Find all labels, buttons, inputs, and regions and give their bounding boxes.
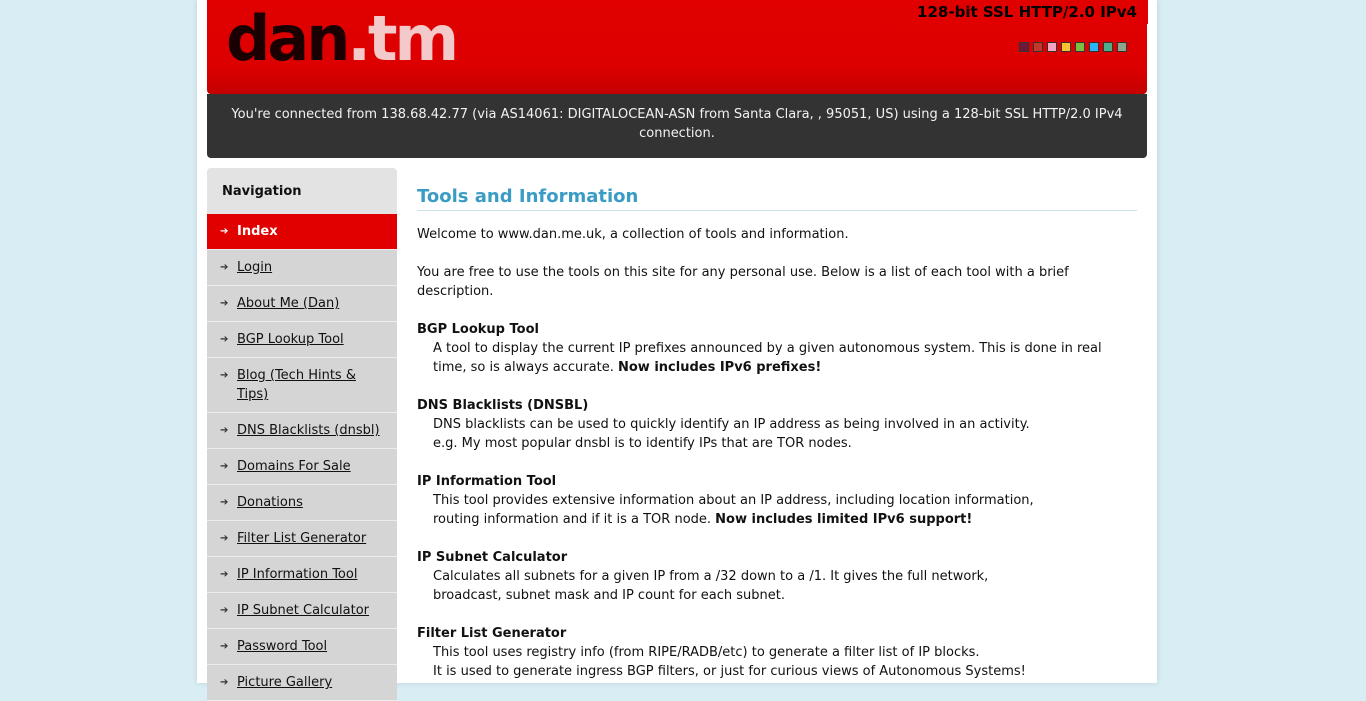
sidebar-item[interactable]: ➔ Password Tool — [207, 629, 397, 665]
arrow-right-icon: ➔ — [220, 533, 229, 544]
sidebar-item[interactable]: ➔ IP Information Tool — [207, 557, 397, 593]
arrow-right-icon: ➔ — [220, 497, 229, 508]
arrow-right-icon: ➔ — [220, 569, 229, 580]
tool-entry: BGP Lookup Tool A tool to display the cur… — [417, 320, 1137, 377]
sidebar-item[interactable]: ➔ About Me (Dan) — [207, 286, 397, 322]
tool-description-line2: broadcast, subnet mask and IP count for … — [417, 586, 1137, 605]
arrow-right-icon: ➔ — [220, 605, 229, 616]
tool-name: BGP Lookup Tool — [417, 322, 539, 337]
page-container: 128-bit SSL HTTP/2.0 IPv4 dan.tm You're … — [197, 0, 1157, 701]
sidebar-item[interactable]: ➔ Login — [207, 250, 397, 286]
page-title: Tools and Information — [417, 186, 1137, 211]
theme-swatch[interactable] — [1075, 42, 1085, 52]
connection-text: You're connected from 138.68.42.77 (via … — [231, 107, 1123, 141]
tool-description: Calculates all subnets for a given IP fr… — [417, 567, 1137, 586]
tool-description: DNS blacklists can be used to quickly id… — [417, 415, 1137, 434]
sidebar-item-link[interactable]: Filter List Generator — [237, 531, 366, 546]
nav-list: ➔ Index ➔ Login ➔ About Me (Dan) ➔ BGP Lookup T… — [207, 214, 397, 701]
tool-name: DNS Blacklists (DNSBL) — [417, 398, 589, 413]
tool-entry: DNS Blacklists (DNSBL) DNS blacklists can… — [417, 396, 1137, 453]
sidebar-item-link[interactable]: Index — [237, 224, 278, 239]
sidebar-item[interactable]: ➔ Domains For Sale — [207, 449, 397, 485]
tool-list: BGP Lookup Tool A tool to display the cur… — [417, 320, 1137, 681]
tool-description-text: This tool uses registry info (from RIPE/… — [433, 645, 980, 660]
theme-swatch[interactable] — [1061, 42, 1071, 52]
tool-description-text: DNS blacklists can be used to quickly id… — [433, 417, 1030, 432]
sidebar-item[interactable]: ➔ Index — [207, 214, 397, 250]
sidebar-item[interactable]: ➔ BGP Lookup Tool — [207, 322, 397, 358]
tool-description-line2: routing information and if it is a TOR n… — [417, 510, 1137, 529]
sidebar-item-link[interactable]: DNS Blacklists (dnsbl) — [237, 423, 380, 438]
sidebar-item-link[interactable]: Login — [237, 260, 272, 275]
intro-welcome: Welcome to www.dan.me.uk, a collection o… — [417, 227, 849, 242]
theme-swatch[interactable] — [1117, 42, 1127, 52]
theme-swatches — [1019, 42, 1127, 52]
tool-description-text: e.g. My most popular dnsbl is to identif… — [433, 436, 852, 451]
sidebar-item-link[interactable]: Blog (Tech Hints & Tips) — [237, 368, 356, 402]
arrow-right-icon: ➔ — [220, 425, 229, 436]
tool-highlight: Now includes limited IPv6 support! — [715, 512, 973, 527]
main-content: Tools and Information Welcome to www.dan… — [417, 186, 1137, 681]
nav-title: Navigation — [207, 168, 397, 214]
sidebar-item[interactable]: ➔ DNS Blacklists (dnsbl) — [207, 413, 397, 449]
theme-swatch[interactable] — [1019, 42, 1029, 52]
sidebar-item-link[interactable]: Donations — [237, 495, 303, 510]
tool-name: Filter List Generator — [417, 626, 567, 641]
tool-description-line2: e.g. My most popular dnsbl is to identif… — [417, 434, 1137, 453]
theme-swatch[interactable] — [1089, 42, 1099, 52]
arrow-right-icon: ➔ — [220, 226, 229, 237]
sidebar-item[interactable]: ➔ IP Subnet Calculator — [207, 593, 397, 629]
tool-description: This tool uses registry info (from RIPE/… — [417, 643, 1137, 662]
tool-highlight: Now includes IPv6 prefixes! — [617, 360, 822, 375]
tool-description-text: routing information and if it is a TOR n… — [433, 512, 712, 527]
arrow-right-icon: ➔ — [220, 461, 229, 472]
sidebar-item-link[interactable]: BGP Lookup Tool — [237, 332, 344, 347]
site-logo[interactable]: dan.tm — [226, 2, 459, 75]
arrow-right-icon: ➔ — [220, 641, 229, 652]
tool-description: This tool provides extensive information… — [417, 491, 1137, 510]
tool-description-line2: It is used to generate ingress BGP filte… — [417, 662, 1137, 681]
sidebar-item[interactable]: ➔ Filter List Generator — [207, 521, 397, 557]
tool-entry: IP Subnet Calculator Calculates all subne… — [417, 548, 1137, 605]
sidebar-navigation: Navigation ➔ Index ➔ Login ➔ About Me (Dan) ➔ B… — [207, 168, 397, 701]
sidebar-item[interactable]: ➔ Donations — [207, 485, 397, 521]
intro-usage: You are free to use the tools on this si… — [417, 265, 1069, 299]
tool-entry: Filter List Generator This tool uses regi… — [417, 624, 1137, 681]
theme-swatch[interactable] — [1047, 42, 1057, 52]
sidebar-item-link[interactable]: IP Subnet Calculator — [237, 603, 369, 618]
arrow-right-icon: ➔ — [220, 298, 229, 309]
sidebar-item-link[interactable]: About Me (Dan) — [237, 296, 339, 311]
tool-name: IP Subnet Calculator — [417, 550, 568, 565]
tool-description-text: Calculates all subnets for a given IP fr… — [433, 569, 989, 584]
tool-description-text: It is used to generate ingress BGP filte… — [433, 664, 1026, 679]
arrow-right-icon: ➔ — [220, 334, 229, 345]
sidebar-item-link[interactable]: Domains For Sale — [237, 459, 351, 474]
arrow-right-icon: ➔ — [220, 262, 229, 273]
ssl-badge: 128-bit SSL HTTP/2.0 IPv4 — [906, 0, 1148, 24]
sidebar-item-link[interactable]: Password Tool — [237, 639, 327, 654]
sidebar-item[interactable]: ➔ Blog (Tech Hints & Tips) — [207, 358, 397, 413]
theme-swatch[interactable] — [1103, 42, 1113, 52]
arrow-right-icon: ➔ — [220, 370, 229, 381]
tool-description: A tool to display the current IP prefixe… — [417, 339, 1137, 377]
theme-swatch[interactable] — [1033, 42, 1043, 52]
logo-part-tm: .tm — [347, 2, 459, 75]
tool-entry: IP Information Tool This tool provides ex… — [417, 472, 1137, 529]
logo-part-dan: dan — [226, 2, 350, 75]
tool-description-text: This tool provides extensive information… — [433, 493, 1034, 508]
tool-description-text: broadcast, subnet mask and IP count for … — [433, 588, 785, 603]
tool-name: IP Information Tool — [417, 474, 557, 489]
sidebar-item-link[interactable]: IP Information Tool — [237, 567, 357, 582]
sidebar-item[interactable]: ➔ Picture Gallery — [207, 665, 397, 701]
connection-info-bar: You're connected from 138.68.42.77 (via … — [207, 94, 1147, 158]
